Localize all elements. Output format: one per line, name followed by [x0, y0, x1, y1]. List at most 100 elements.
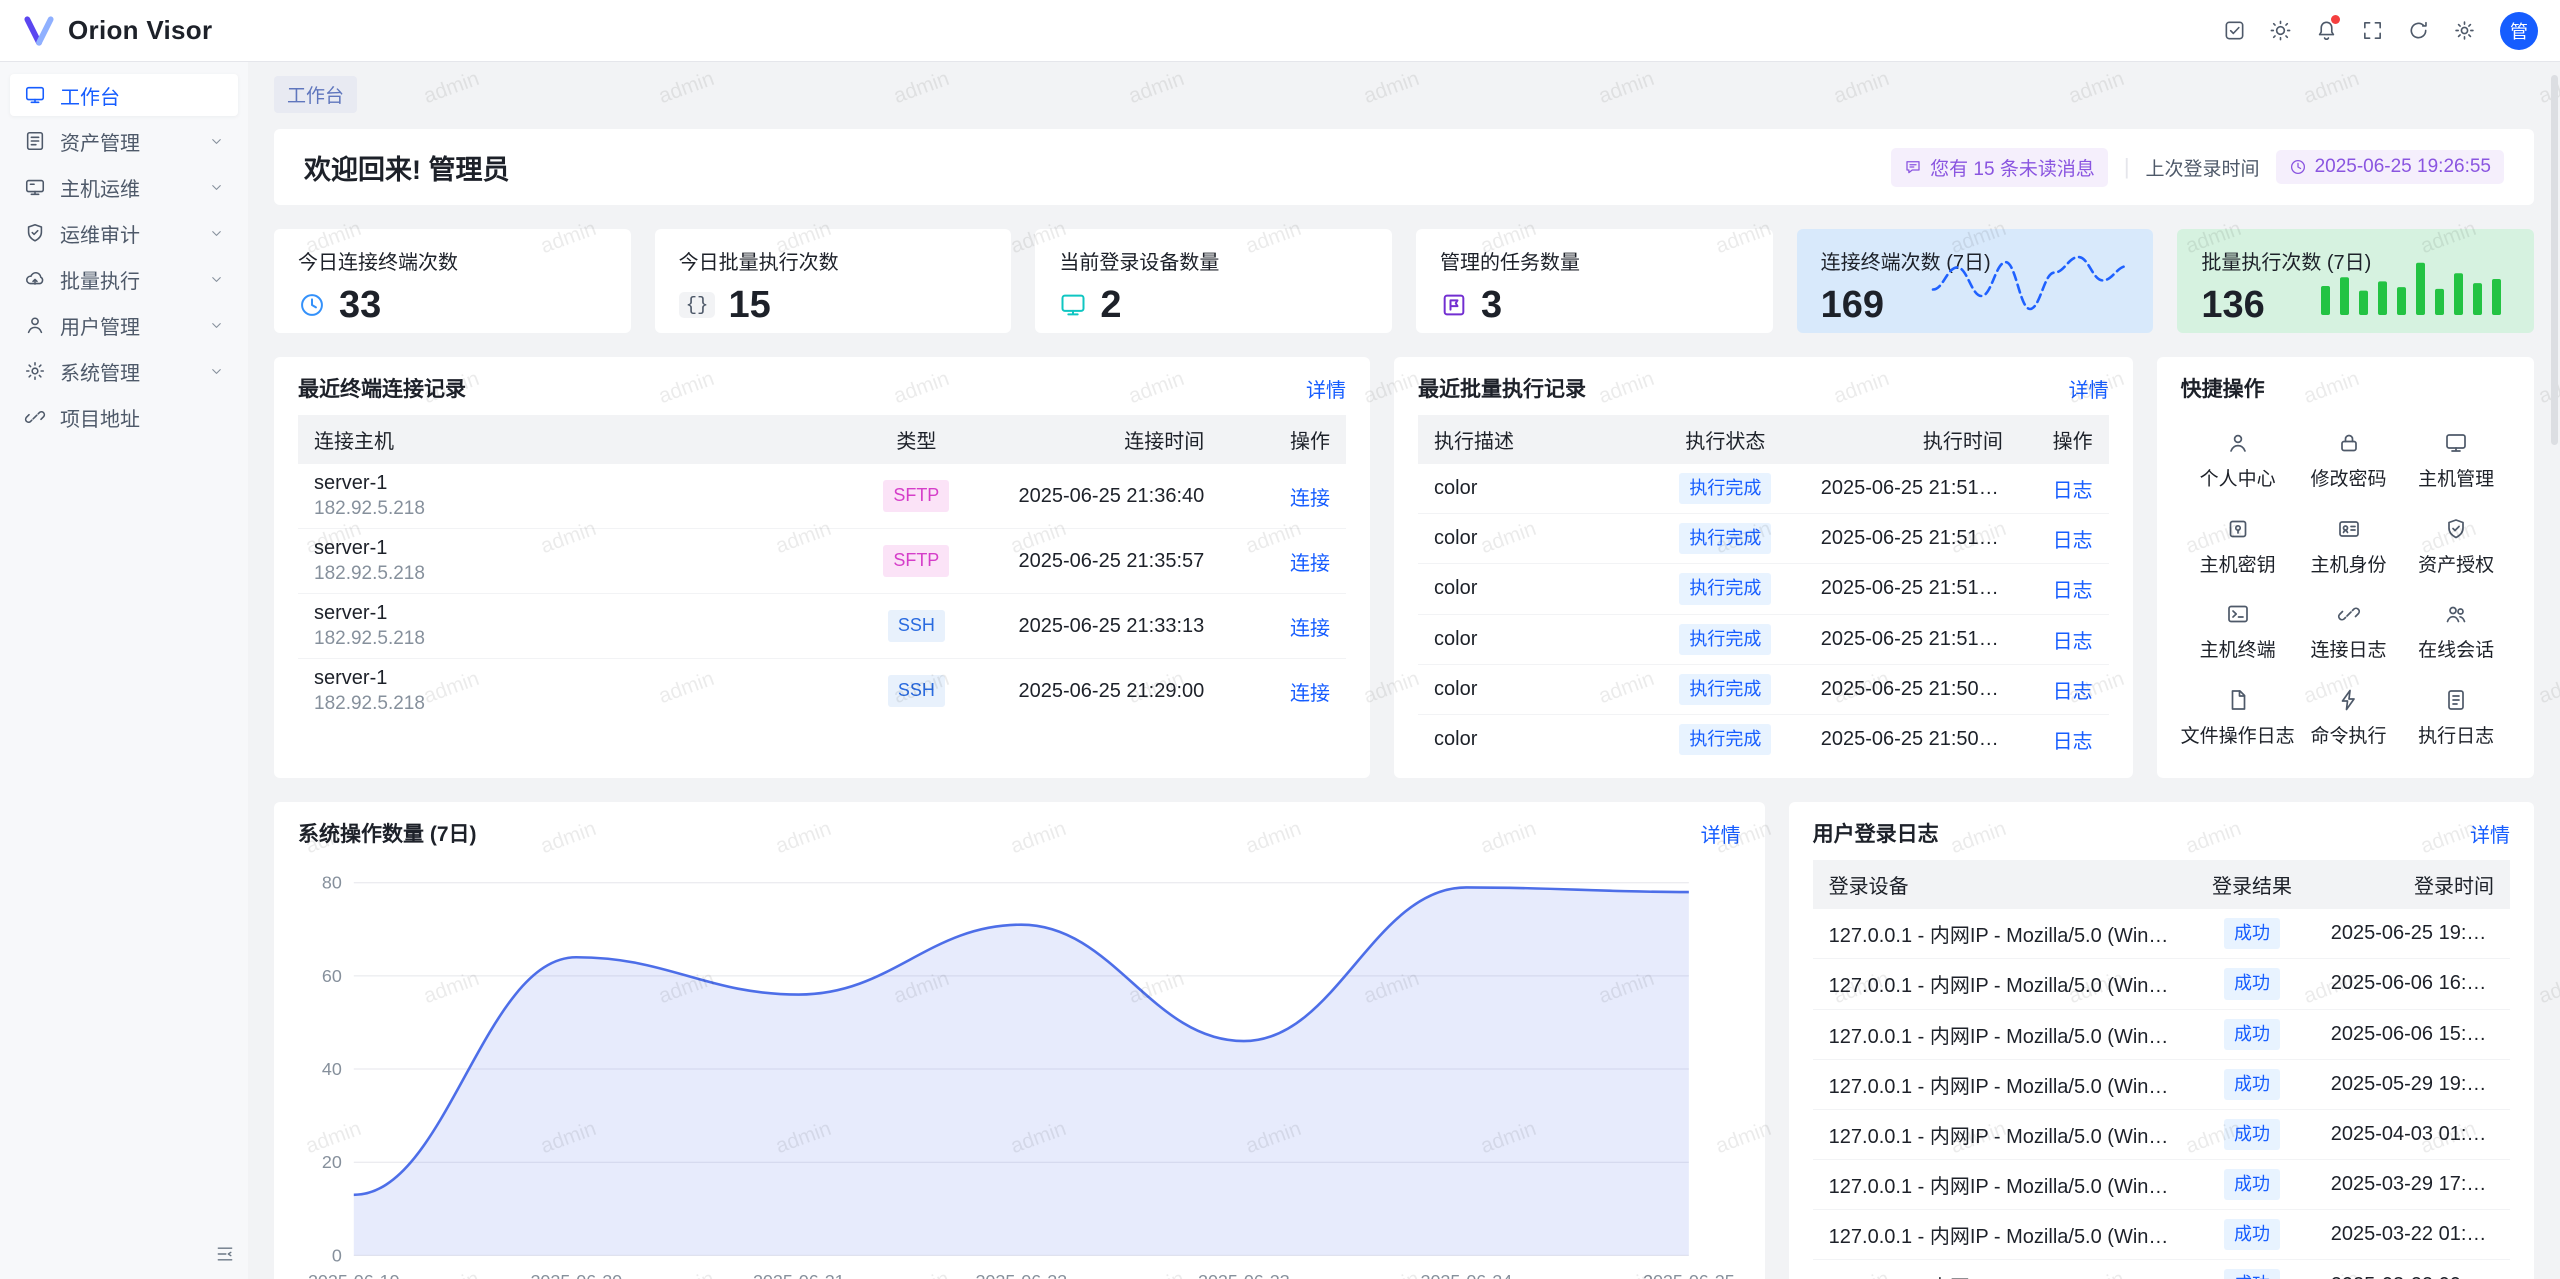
result-cell: 成功	[2189, 1160, 2315, 1210]
quick-action-file[interactable]: 文件操作日志	[2181, 688, 2295, 748]
login-time-cell: 2025-05-29 19:43:57	[2315, 1059, 2510, 1109]
log-link[interactable]: 日志	[2053, 631, 2093, 653]
svg-text:2025-06-19: 2025-06-19	[308, 1271, 400, 1279]
sidebar-item-user-management[interactable]: 用户管理	[10, 304, 238, 346]
result-cell: 成功	[2189, 1009, 2315, 1059]
status-cell: 执行完成	[1646, 564, 1805, 614]
status-badge: 执行完成	[1679, 573, 1771, 604]
stat-card-batch-today: 今日批量执行次数 {} 15	[655, 229, 1012, 333]
sidebar-item-system-management[interactable]: 系统管理	[10, 350, 238, 392]
refresh-icon[interactable]	[2398, 11, 2438, 51]
success-badge: 成功	[2224, 918, 2280, 949]
last-login-label: 上次登录时间	[2146, 154, 2260, 181]
sidebar-item-batch-execution[interactable]: 批量执行	[10, 258, 238, 300]
middle-row: 最近终端连接记录 详情 连接主机 类型 连接时间 操作 server-1182.…	[274, 357, 2534, 778]
quick-action-audit[interactable]: 资产授权	[2418, 517, 2494, 577]
dashboard-icon	[2444, 431, 2468, 455]
action-cell: 日志	[2019, 714, 2109, 764]
batch-record-row: color执行完成2025-06-25 21:51:17日志	[1418, 564, 2109, 614]
fullscreen-icon[interactable]	[2352, 11, 2392, 51]
operations-chart-panel: 系统操作数量 (7日) 详情 0204060802025-06-192025-0…	[274, 802, 1765, 1279]
terminal-detail-link[interactable]: 详情	[1306, 374, 1346, 403]
connect-link[interactable]: 连接	[1290, 683, 1330, 705]
stat-card-batch-7d: 批量执行次数 (7日) 136	[2177, 229, 2534, 333]
welcome-card: 欢迎回来! 管理员 您有 15 条未读消息 | 上次登录时间 2025-06-2…	[274, 129, 2534, 205]
quick-action-label: 文件操作日志	[2181, 721, 2295, 748]
log-link[interactable]: 日志	[2053, 480, 2093, 502]
operations-area-chart: 0204060802025-06-192025-06-202025-06-212…	[298, 866, 1741, 1279]
exec-time-cell: 2025-06-25 21:51:01	[1805, 614, 2019, 664]
log-link[interactable]: 日志	[2053, 681, 2093, 703]
device-cell: 127.0.0.1 - 内网IP - Mozilla/5.0 (Windows …	[1813, 1109, 2190, 1159]
stats-row: 今日连接终端次数 33 今日批量执行次数 {} 15 当前登录设备数量 2 管理…	[274, 229, 2534, 333]
quick-action-link[interactable]: 连接日志	[2311, 602, 2387, 662]
action-cell: 连接	[1220, 594, 1346, 659]
connect-link[interactable]: 连接	[1290, 488, 1330, 510]
quick-action-doc[interactable]: 执行日志	[2418, 688, 2494, 748]
log-link[interactable]: 日志	[2053, 530, 2093, 552]
result-cell: 成功	[2189, 1109, 2315, 1159]
sidebar-collapse-icon[interactable]	[210, 1239, 240, 1269]
sidebar-menu: 工作台资产管理主机运维运维审计批量执行用户管理系统管理项目地址	[0, 74, 248, 438]
panel-title: 快捷操作	[2181, 373, 2265, 403]
action-cell: 日志	[2019, 564, 2109, 614]
status-cell: 执行完成	[1646, 714, 1805, 764]
login-time-cell: 2025-06-25 19:26:55	[2315, 909, 2510, 959]
desc-cell: color	[1418, 514, 1646, 564]
status-cell: 执行完成	[1646, 614, 1805, 664]
success-badge: 成功	[2224, 968, 2280, 999]
login-logs-detail-link[interactable]: 详情	[2470, 819, 2510, 848]
stat-label: 管理的任务数量	[1440, 246, 1749, 275]
operations-detail-link[interactable]: 详情	[1701, 819, 1741, 848]
unread-messages-badge[interactable]: 您有 15 条未读消息	[1891, 148, 2108, 187]
page-scrollbar[interactable]	[2551, 75, 2558, 445]
desc-cell: color	[1418, 614, 1646, 664]
svg-text:80: 80	[322, 873, 342, 893]
desc-cell: color	[1418, 714, 1646, 764]
log-link[interactable]: 日志	[2053, 731, 2093, 753]
quick-action-lock[interactable]: 修改密码	[2311, 431, 2387, 491]
quick-action-label: 连接日志	[2311, 635, 2387, 662]
sidebar-item-asset-management[interactable]: 资产管理	[10, 120, 238, 162]
chevron-down-icon	[209, 226, 224, 241]
watermark-text: admin	[2536, 967, 2560, 1009]
connect-link[interactable]: 连接	[1290, 618, 1330, 640]
connect-time-cell: 2025-06-25 21:36:40	[990, 464, 1221, 529]
chevron-down-icon	[209, 318, 224, 333]
square-check-icon[interactable]	[2214, 11, 2254, 51]
bell-icon[interactable]	[2306, 11, 2346, 51]
sidebar-item-workbench[interactable]: 工作台	[10, 74, 238, 116]
divider: |	[2124, 154, 2130, 180]
sidebar-item-label: 用户管理	[60, 311, 195, 340]
user-avatar[interactable]: 管	[2500, 12, 2538, 50]
gear-icon[interactable]	[2444, 11, 2484, 51]
quick-action-keybox[interactable]: 主机密钥	[2200, 517, 2276, 577]
sidebar-item-ops-audit[interactable]: 运维审计	[10, 212, 238, 254]
sidebar-item-project-url[interactable]: 项目地址	[10, 396, 238, 438]
quick-action-terminal[interactable]: 主机终端	[2200, 602, 2276, 662]
action-cell: 日志	[2019, 464, 2109, 514]
quick-action-users[interactable]: 在线会话	[2418, 602, 2494, 662]
svg-text:2025-06-22: 2025-06-22	[975, 1271, 1067, 1279]
log-link[interactable]: 日志	[2053, 580, 2093, 602]
welcome-meta: 您有 15 条未读消息 | 上次登录时间 2025-06-25 19:26:55	[1891, 148, 2504, 187]
column-header: 执行描述	[1418, 415, 1646, 464]
column-header: 类型	[843, 415, 990, 464]
sidebar-item-host-ops[interactable]: 主机运维	[10, 166, 238, 208]
header-actions: 管	[2214, 11, 2538, 51]
doc-icon	[2444, 688, 2468, 712]
sun-icon[interactable]	[2260, 11, 2300, 51]
system-icon	[24, 360, 46, 382]
idcard-icon	[2337, 517, 2361, 541]
app-brand[interactable]: Orion Visor	[22, 14, 212, 48]
connect-link[interactable]: 连接	[1290, 553, 1330, 575]
batch-detail-link[interactable]: 详情	[2069, 374, 2109, 403]
quick-action-user[interactable]: 个人中心	[2200, 431, 2276, 491]
column-header: 连接时间	[990, 415, 1221, 464]
column-header: 执行状态	[1646, 415, 1805, 464]
quick-action-idcard[interactable]: 主机身份	[2311, 517, 2387, 577]
quick-action-lightning[interactable]: 命令执行	[2311, 688, 2387, 748]
panel-title: 用户登录日志	[1813, 818, 1939, 848]
breadcrumb-item-workbench[interactable]: 工作台	[274, 76, 357, 113]
quick-action-dashboard[interactable]: 主机管理	[2418, 431, 2494, 491]
